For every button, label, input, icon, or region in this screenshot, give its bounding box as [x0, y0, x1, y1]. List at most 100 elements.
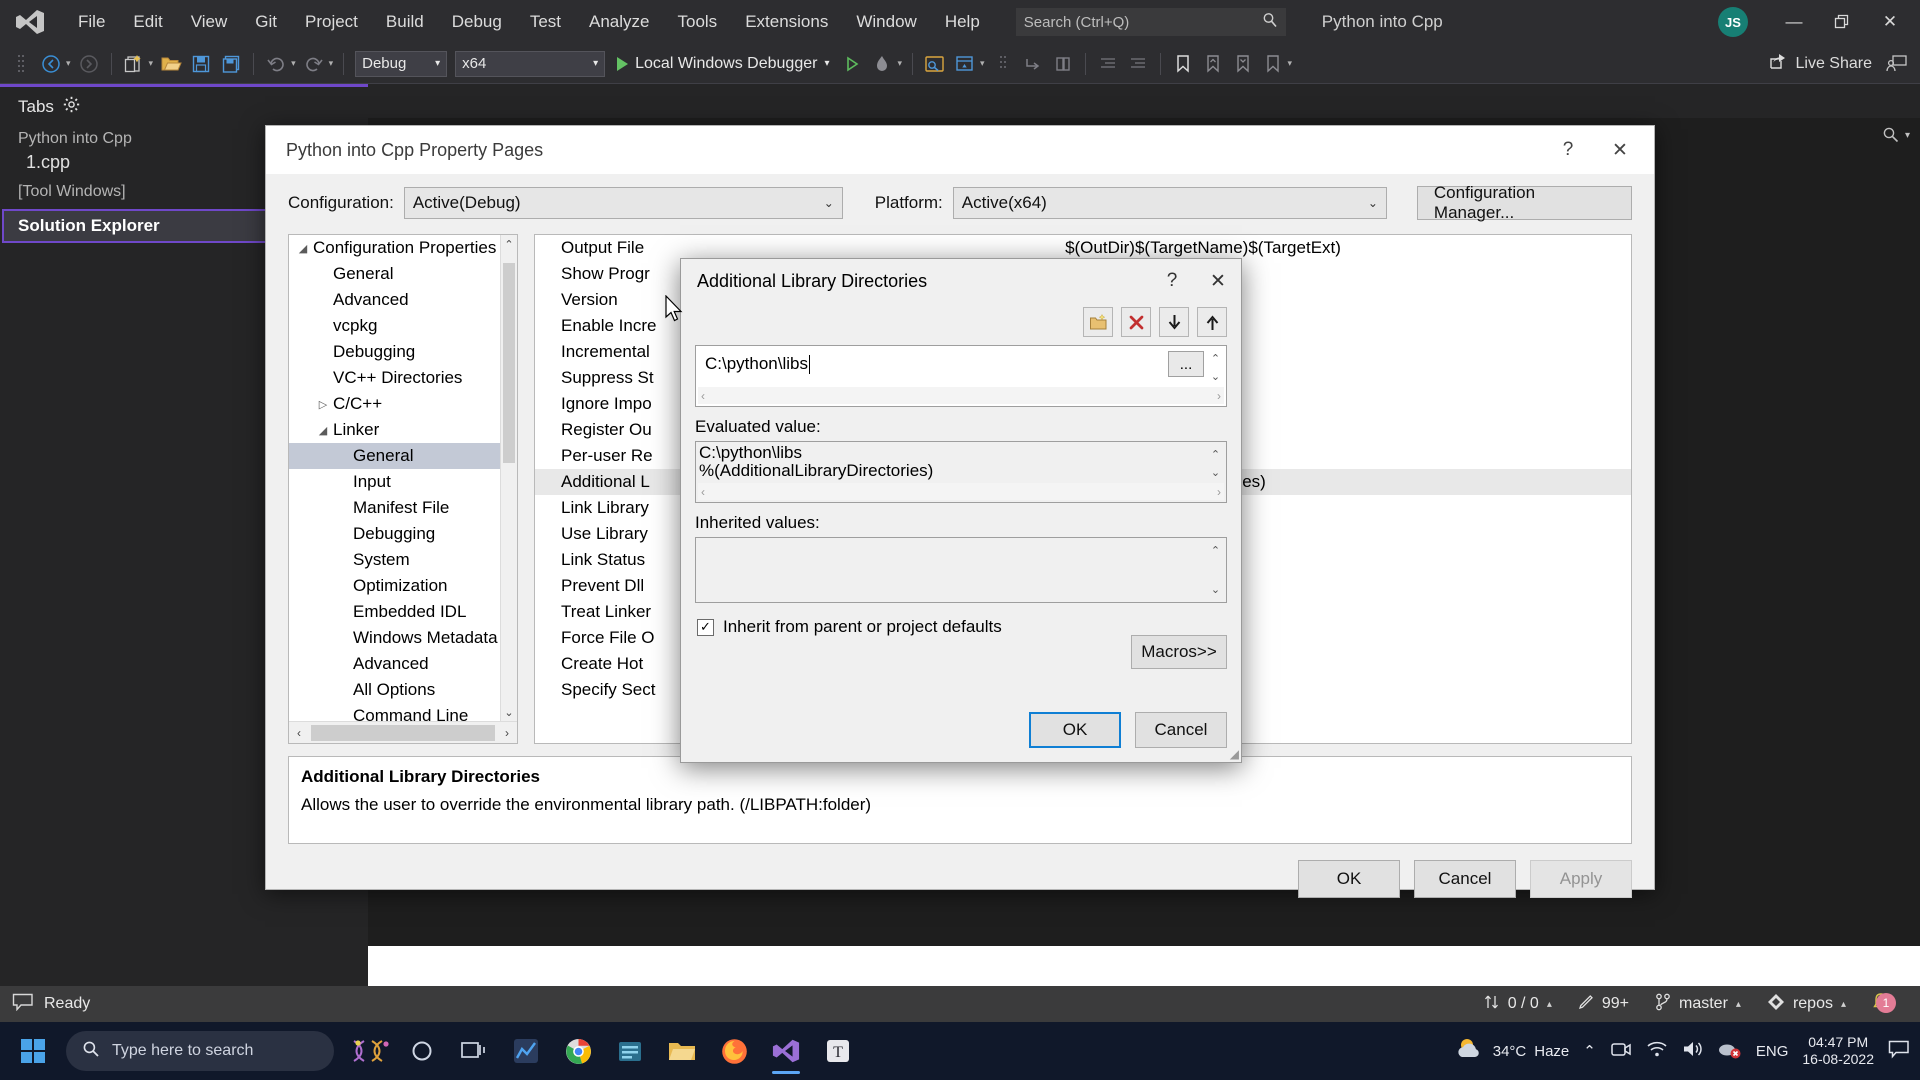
- close-button[interactable]: ✕: [1594, 127, 1646, 173]
- gear-icon[interactable]: [63, 96, 80, 118]
- toolbar-overflow-icon[interactable]: ▾: [1288, 58, 1293, 69]
- tree-node[interactable]: System: [289, 547, 500, 573]
- language-indicator[interactable]: ENG: [1756, 1043, 1789, 1060]
- start-button[interactable]: [0, 1022, 66, 1080]
- solution-platform-combo[interactable]: x64 ▾: [455, 50, 606, 77]
- tree-node[interactable]: Advanced: [289, 287, 500, 313]
- tree-vertical-scrollbar[interactable]: ⌃ ⌄: [500, 235, 517, 721]
- tree-node[interactable]: Input: [289, 469, 500, 495]
- menu-item-file[interactable]: File: [64, 8, 119, 36]
- restore-button[interactable]: [1818, 0, 1866, 44]
- hot-reload-dropdown-icon[interactable]: ▾: [897, 58, 902, 69]
- configuration-combo[interactable]: Active(Debug) ⌄: [403, 187, 843, 219]
- taskbar-chrome-icon[interactable]: [554, 1026, 602, 1076]
- collapsed-arrow-icon[interactable]: ▷: [315, 398, 331, 411]
- taskbar-visual-studio-icon[interactable]: [762, 1026, 810, 1076]
- evaluated-horizontal-scrollbar[interactable]: ‹ ›: [698, 483, 1224, 500]
- menu-item-window[interactable]: Window: [842, 8, 930, 36]
- meet-now-icon[interactable]: [1610, 1039, 1632, 1063]
- tree-hscroll-thumb[interactable]: [311, 724, 495, 741]
- tree-node[interactable]: vcpkg: [289, 313, 500, 339]
- menu-item-debug[interactable]: Debug: [438, 8, 516, 36]
- help-button[interactable]: ?: [1542, 127, 1594, 173]
- new-project-dropdown-icon[interactable]: ▾: [149, 58, 154, 69]
- taskbar-teams-icon[interactable]: T: [814, 1026, 862, 1076]
- toggle-bookmark-icon[interactable]: [1170, 51, 1196, 77]
- property-value[interactable]: $(OutDir)$(TargetName)$(TargetExt): [765, 238, 1631, 258]
- scroll-up-icon[interactable]: ⌃: [501, 235, 517, 253]
- tree-node[interactable]: General: [289, 443, 500, 469]
- tree-node[interactable]: Optimization: [289, 573, 500, 599]
- taskbar-dna-icon[interactable]: [346, 1026, 394, 1076]
- scroll-down-icon[interactable]: ⌄: [501, 703, 517, 721]
- status-branch-cell[interactable]: master ▴: [1655, 993, 1741, 1016]
- scroll-down-icon[interactable]: ⌄: [1207, 463, 1224, 481]
- scroll-right-icon[interactable]: ›: [1217, 389, 1221, 403]
- move-up-icon[interactable]: [1197, 307, 1227, 337]
- scroll-down-icon[interactable]: ⌄: [1207, 367, 1224, 385]
- scroll-left-icon[interactable]: ‹: [289, 726, 309, 740]
- list-horizontal-scrollbar[interactable]: ‹ ›: [698, 387, 1224, 404]
- close-button[interactable]: ✕: [1866, 0, 1914, 44]
- save-all-icon[interactable]: [218, 51, 244, 77]
- new-project-icon[interactable]: [121, 51, 147, 77]
- inherited-vertical-scrollbar[interactable]: ⌃ ⌄: [1207, 541, 1224, 598]
- menu-item-analyze[interactable]: Analyze: [575, 8, 663, 36]
- taskbar-file-explorer-icon[interactable]: [658, 1026, 706, 1076]
- sub-dialog-help-button[interactable]: ?: [1149, 260, 1195, 302]
- avatar[interactable]: JS: [1718, 7, 1748, 37]
- move-down-icon[interactable]: [1159, 307, 1189, 337]
- tree-node[interactable]: Debugging: [289, 521, 500, 547]
- chevron-down-icon[interactable]: ▾: [824, 58, 829, 69]
- tree-node[interactable]: ◢ Linker: [289, 417, 500, 443]
- minimize-button[interactable]: —: [1770, 0, 1818, 44]
- menu-item-build[interactable]: Build: [372, 8, 438, 36]
- save-icon[interactable]: [188, 51, 214, 77]
- tree-node[interactable]: Manifest File: [289, 495, 500, 521]
- scroll-left-icon[interactable]: ‹: [701, 485, 705, 499]
- feedback-icon[interactable]: [1884, 51, 1910, 77]
- open-file-icon[interactable]: [158, 51, 184, 77]
- library-directories-list[interactable]: C:\python\libs ... ⌃ ⌄ ‹ ›: [695, 345, 1227, 407]
- scroll-up-icon[interactable]: ⌃: [1207, 541, 1224, 559]
- taskbar-charts-icon[interactable]: [502, 1026, 550, 1076]
- show-hidden-icons-icon[interactable]: ⌃: [1583, 1042, 1596, 1060]
- solution-configuration-combo[interactable]: Debug ▾: [355, 50, 448, 77]
- live-visual-tree-dropdown-icon[interactable]: ▾: [980, 58, 985, 69]
- expanded-arrow-icon[interactable]: ◢: [315, 424, 331, 437]
- volume-icon[interactable]: [1682, 1039, 1704, 1063]
- delete-icon[interactable]: [1121, 307, 1151, 337]
- menu-item-git[interactable]: Git: [241, 8, 291, 36]
- scroll-right-icon[interactable]: ›: [497, 726, 517, 740]
- menu-item-view[interactable]: View: [177, 8, 242, 36]
- taskbar-store-icon[interactable]: [606, 1026, 654, 1076]
- tree-node[interactable]: Command Line: [289, 703, 500, 721]
- browse-button[interactable]: ...: [1168, 351, 1204, 377]
- start-debugging-button[interactable]: Local Windows Debugger ▾: [617, 55, 829, 73]
- tree-node[interactable]: ◢ Configuration Properties: [289, 235, 500, 261]
- wifi-icon[interactable]: [1646, 1039, 1668, 1063]
- scroll-down-icon[interactable]: ⌄: [1207, 580, 1224, 598]
- scroll-right-icon[interactable]: ›: [1217, 485, 1221, 499]
- menu-item-extensions[interactable]: Extensions: [731, 8, 842, 36]
- configuration-manager-button[interactable]: Configuration Manager...: [1416, 183, 1632, 222]
- scroll-left-icon[interactable]: ‹: [701, 389, 705, 403]
- select-element-icon[interactable]: [922, 51, 948, 77]
- tree-node[interactable]: Advanced: [289, 651, 500, 677]
- weather-widget[interactable]: 34°C Haze: [1455, 1036, 1569, 1066]
- menu-item-edit[interactable]: Edit: [119, 8, 176, 36]
- taskbar-search-input[interactable]: Type here to search: [66, 1031, 334, 1071]
- evaluated-vertical-scrollbar[interactable]: ⌃ ⌄: [1207, 445, 1224, 480]
- tree-node[interactable]: ▷ C/C++: [289, 391, 500, 417]
- scroll-up-icon[interactable]: ⌃: [1207, 445, 1224, 463]
- menu-item-test[interactable]: Test: [516, 8, 575, 36]
- ok-button[interactable]: OK: [1298, 860, 1400, 898]
- new-folder-icon[interactable]: [1083, 307, 1113, 337]
- tree-horizontal-scrollbar[interactable]: ‹ ›: [289, 721, 517, 743]
- live-visual-tree-icon[interactable]: [952, 51, 978, 77]
- resize-grip-icon[interactable]: ◢: [1230, 747, 1239, 761]
- tree-node[interactable]: Debugging: [289, 339, 500, 365]
- macros-button[interactable]: Macros>>: [1131, 635, 1227, 669]
- network-error-icon[interactable]: [1718, 1039, 1742, 1063]
- library-directory-entry[interactable]: C:\python\libs: [698, 348, 1168, 380]
